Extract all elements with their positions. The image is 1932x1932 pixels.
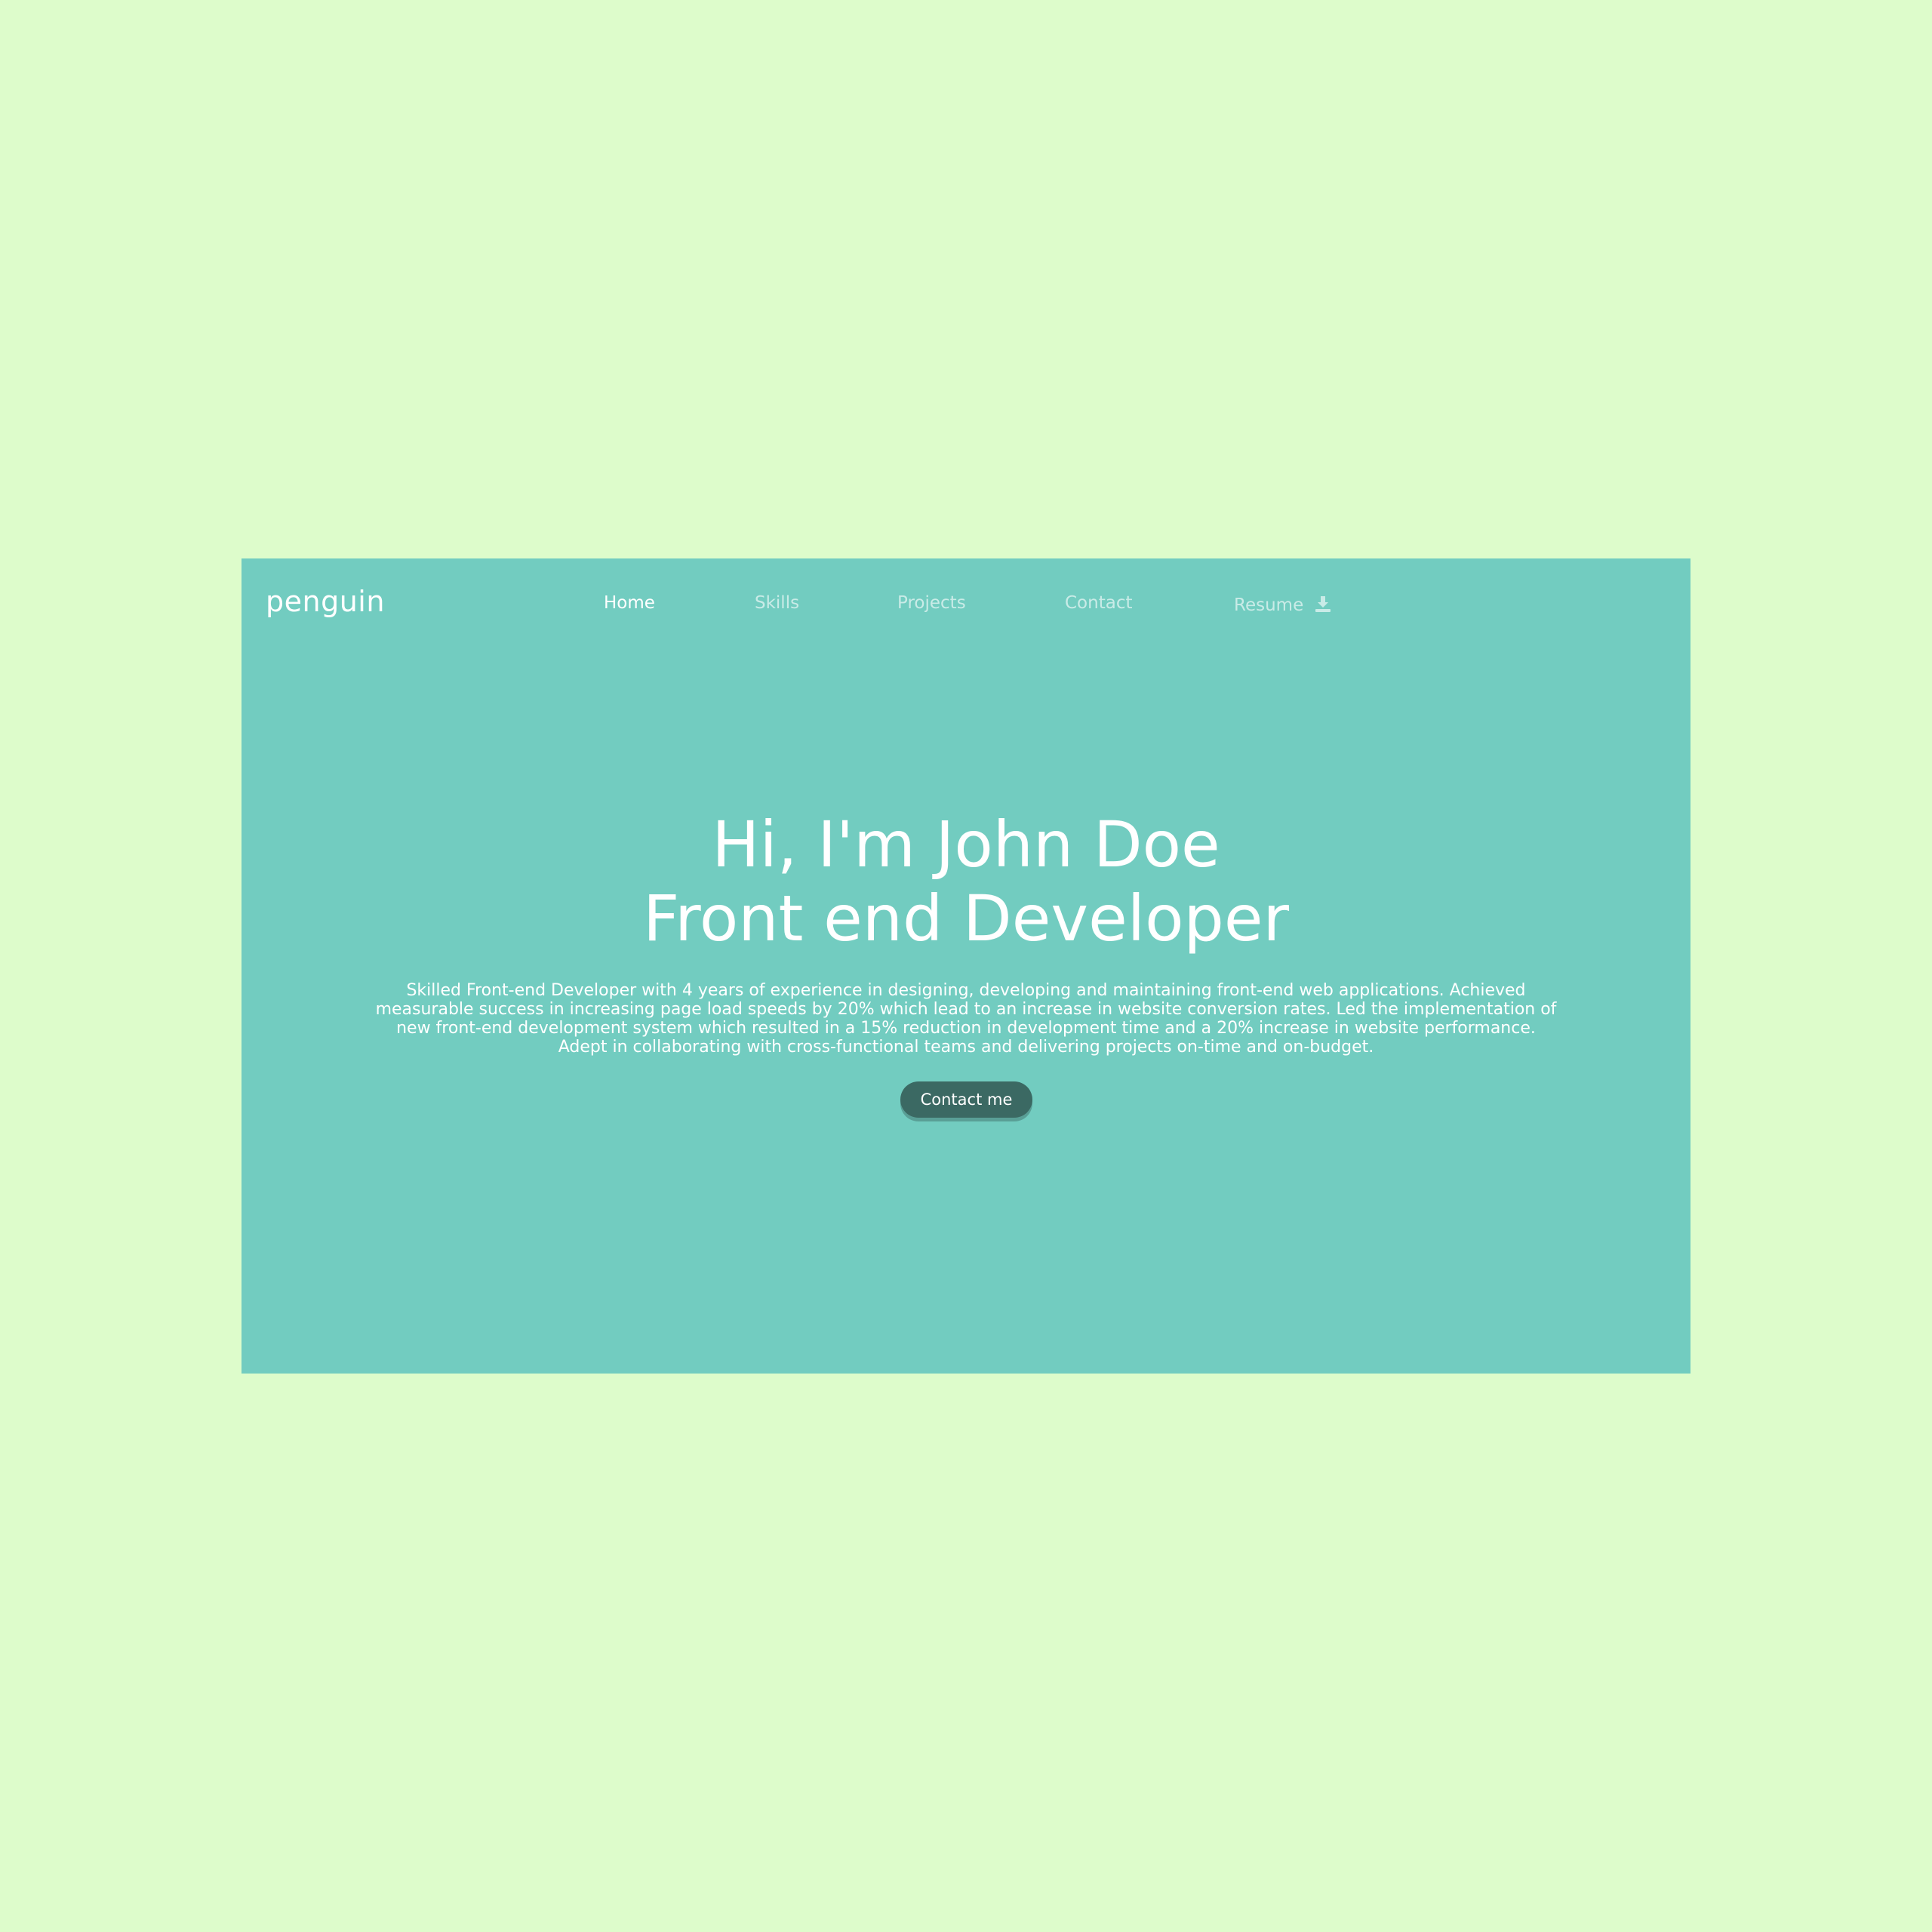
nav-item-contact[interactable]: Contact xyxy=(1065,595,1132,612)
main-nav: Home Skills Projects Contact Resume xyxy=(242,595,1690,617)
hero-title-greeting: Hi, I'm John Doe xyxy=(712,808,1220,881)
portfolio-page: penguin Home Skills Projects Contact Res… xyxy=(242,558,1690,1374)
nav-item-skills[interactable]: Skills xyxy=(755,595,799,612)
nav-item-resume[interactable]: Resume xyxy=(1234,595,1332,614)
contact-me-button[interactable]: Contact me xyxy=(900,1081,1032,1118)
nav-item-resume-label: Resume xyxy=(1234,595,1304,615)
hero-title-role: Front end Developer xyxy=(642,881,1290,955)
hero-title: Hi, I'm John Doe Front end Developer xyxy=(242,808,1690,955)
nav-item-projects[interactable]: Projects xyxy=(897,595,966,612)
hero-description: Skilled Front-end Developer with 4 years… xyxy=(375,981,1557,1057)
download-icon xyxy=(1315,596,1331,612)
nav-item-home[interactable]: Home xyxy=(604,595,655,612)
